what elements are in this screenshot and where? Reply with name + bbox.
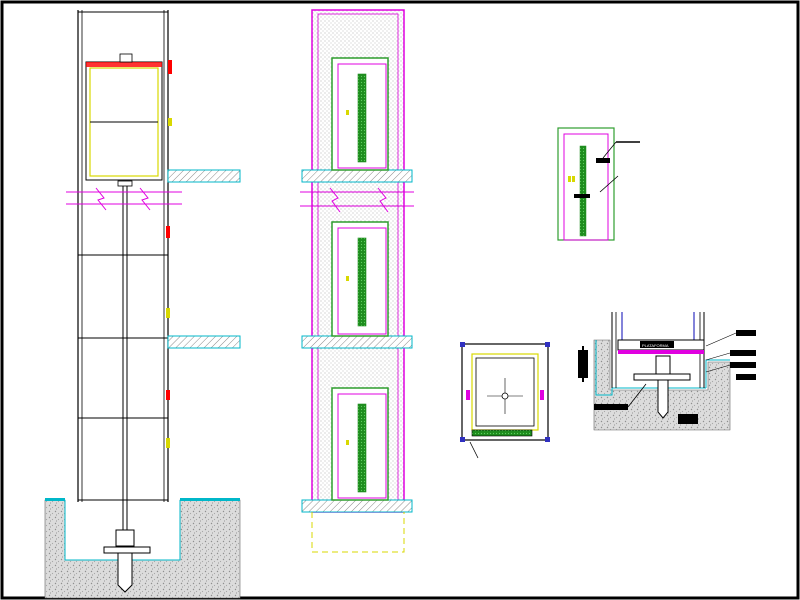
floor-slab-2 bbox=[302, 336, 412, 348]
landing-slab-upper bbox=[168, 170, 240, 182]
break-line bbox=[66, 188, 182, 210]
pit-detail-label: PLATAFORMA bbox=[642, 343, 669, 348]
floor-slab-1 bbox=[302, 170, 412, 182]
door-detail-view bbox=[558, 128, 640, 240]
pit-outline-dashed bbox=[312, 512, 404, 552]
door-upper bbox=[332, 58, 388, 170]
landing-slab-middle bbox=[168, 336, 240, 348]
cabin-plan-view bbox=[460, 342, 550, 458]
pit-detail-view: PLATAFORMA bbox=[578, 312, 756, 430]
front-elevation-view bbox=[300, 10, 414, 552]
cad-drawing: PLATAFORMA bbox=[0, 0, 800, 600]
side-section-view bbox=[45, 10, 240, 598]
door-lower bbox=[332, 388, 388, 500]
floor-slab-3 bbox=[302, 500, 412, 512]
door-middle bbox=[332, 222, 388, 336]
cabin bbox=[86, 62, 162, 180]
